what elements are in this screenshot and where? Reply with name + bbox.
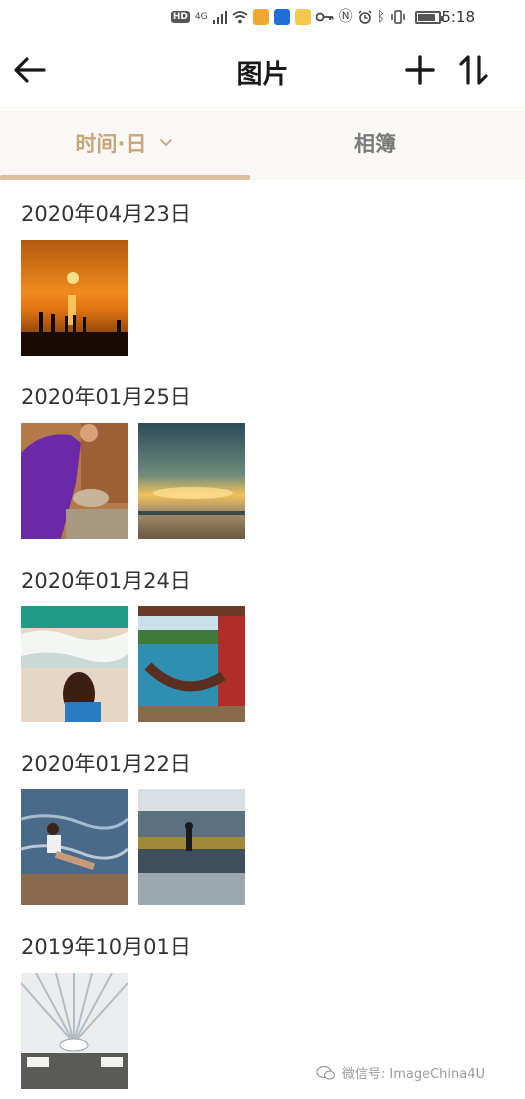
sort-button[interactable] <box>456 52 492 88</box>
app-header: 图片 <box>0 34 525 106</box>
child-in-surf-image <box>21 789 128 905</box>
photo-thumbnail[interactable] <box>21 423 128 539</box>
photo-thumbnail[interactable] <box>138 789 245 905</box>
bluetooth-icon: ᛒ <box>376 9 385 25</box>
date-header: 2020年01月25日 <box>21 385 191 409</box>
sort-icon <box>459 55 488 85</box>
girl-watching-waves-image <box>21 606 128 722</box>
beach-sunset-clouds-image <box>138 423 245 539</box>
photo-thumbnail[interactable] <box>21 973 128 1089</box>
photo-thumbnail[interactable] <box>21 606 128 722</box>
tab-indicator <box>0 175 250 180</box>
date-header: 2020年01月24日 <box>21 569 191 593</box>
qq-notification-icon <box>273 9 290 25</box>
sunset-silhouettes-image <box>21 240 128 356</box>
status-bar: HD 4G Ⓝ ᛒ 5:18 <box>0 0 525 34</box>
alarm-icon <box>358 10 372 24</box>
network-label: 4G <box>194 12 208 22</box>
photo-thumbnail[interactable] <box>21 240 128 356</box>
watermark-text: 微信号: ImageChina4U <box>341 1067 485 1082</box>
page-title: 图片 <box>236 60 289 90</box>
mail-notification-icon <box>294 9 311 25</box>
tab-album-label: 相簿 <box>354 132 396 156</box>
wifi-icon <box>232 11 248 24</box>
battery-fill <box>418 13 435 21</box>
view-tabs: 时间·日 相簿 <box>0 106 525 180</box>
app-notification-icon <box>252 9 269 25</box>
nfc-icon: Ⓝ <box>338 9 353 25</box>
wechat-icon <box>316 1065 335 1080</box>
photo-thumbnail[interactable] <box>21 789 128 905</box>
status-icons: HD 4G Ⓝ ᛒ <box>170 7 444 27</box>
date-header: 2020年01月22日 <box>21 752 191 776</box>
tab-time-day-label: 时间·日 <box>75 132 147 156</box>
plus-icon <box>405 55 435 85</box>
photo-thumbnail[interactable] <box>138 423 245 539</box>
vibrate-icon <box>391 10 405 24</box>
signal-icon <box>212 11 227 24</box>
add-button[interactable] <box>402 52 438 88</box>
photo-thumbnail[interactable] <box>138 606 245 722</box>
date-header: 2020年04月23日 <box>21 202 191 226</box>
airport-terminal-image <box>21 973 128 1089</box>
hd-badge: HD <box>170 11 190 23</box>
tab-time-day[interactable]: 时间·日 <box>0 106 250 180</box>
tab-album[interactable]: 相簿 <box>250 106 500 180</box>
person-in-sea-image <box>138 789 245 905</box>
man-purple-robe-image <box>21 423 128 539</box>
status-time: 5:18 <box>441 8 475 26</box>
key-icon <box>315 12 333 22</box>
chevron-down-icon <box>160 139 173 147</box>
hammock-boat-image <box>138 606 245 722</box>
date-header: 2019年10月01日 <box>21 935 191 959</box>
watermark: 微信号: ImageChina4U <box>316 1063 485 1082</box>
battery-icon <box>415 10 444 24</box>
